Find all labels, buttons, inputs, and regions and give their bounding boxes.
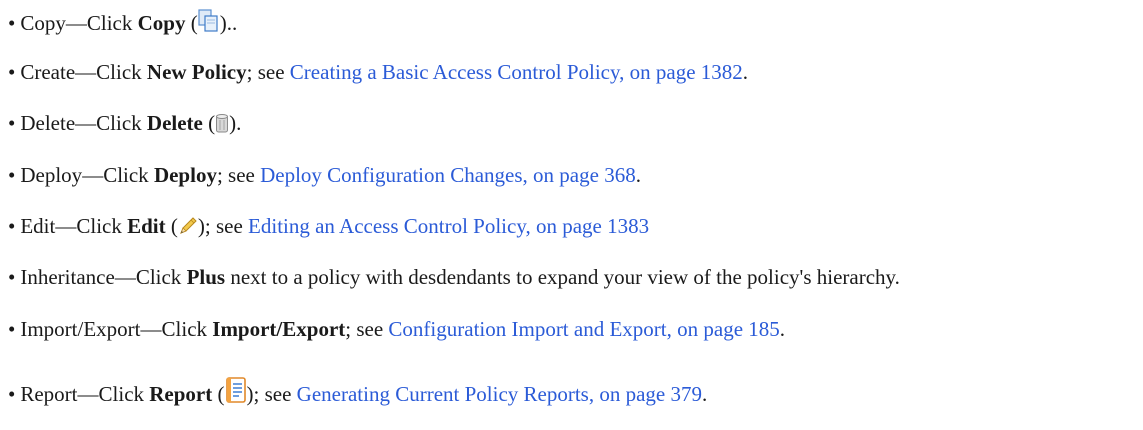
list-item-edit: • Edit—Click Edit ( ); see Editing an Acc… — [8, 214, 650, 238]
deploy-changes-link[interactable]: Deploy Configuration Changes, on page 36… — [260, 163, 636, 187]
deploy-label: Deploy — [153, 163, 217, 187]
report-label: Report — [149, 382, 213, 406]
bullet: • — [8, 111, 16, 135]
delete-label: Delete — [146, 111, 203, 135]
bullet: • — [8, 265, 16, 289]
item-term: Edit — [20, 214, 56, 238]
plus-label: Plus — [186, 265, 226, 289]
list-item-report: • Report—Click Report ( ); see Generating… — [8, 376, 707, 406]
copy-icon[interactable] — [198, 9, 220, 33]
pencil-icon[interactable] — [178, 216, 198, 236]
edit-label: Edit — [127, 214, 166, 238]
bullet: • — [8, 163, 16, 187]
item-term: Deploy — [20, 163, 83, 187]
bullet: • — [8, 317, 16, 341]
item-term: Inheritance — [20, 265, 115, 289]
item-term: Report — [20, 382, 78, 406]
item-term: Create — [20, 60, 76, 84]
bullet: • — [8, 382, 16, 406]
list-item-inheritance: • Inheritance—Click Plus next to a policy… — [8, 265, 900, 289]
copy-label: Copy — [137, 11, 186, 35]
import-export-link[interactable]: Configuration Import and Export, on page… — [388, 317, 779, 341]
generating-reports-link[interactable]: Generating Current Policy Reports, on pa… — [297, 382, 702, 406]
new-policy-label: New Policy — [146, 60, 247, 84]
trash-icon[interactable] — [215, 113, 229, 133]
editing-policy-link[interactable]: Editing an Access Control Policy, on pag… — [248, 214, 649, 238]
list-item-copy: • Copy—Click Copy ( ).. — [8, 9, 238, 35]
creating-policy-link[interactable]: Creating a Basic Access Control Policy, … — [290, 60, 743, 84]
bullet: • — [8, 214, 16, 238]
item-term: Copy — [20, 11, 66, 35]
list-item-create: • Create—Click New Policy; see Creating a… — [8, 60, 749, 84]
list-item-import-export: • Import/Export—Click Import/Export; see … — [8, 317, 786, 341]
report-icon[interactable] — [225, 376, 247, 404]
list-item-delete: • Delete—Click Delete ( ). — [8, 111, 242, 135]
item-term: Delete — [20, 111, 76, 135]
import-export-label: Import/Export — [212, 317, 346, 341]
list-item-deploy: • Deploy—Click Deploy; see Deploy Configu… — [8, 163, 641, 187]
bullet: • — [8, 11, 16, 35]
item-term: Import/Export — [20, 317, 141, 341]
bullet: • — [8, 60, 16, 84]
